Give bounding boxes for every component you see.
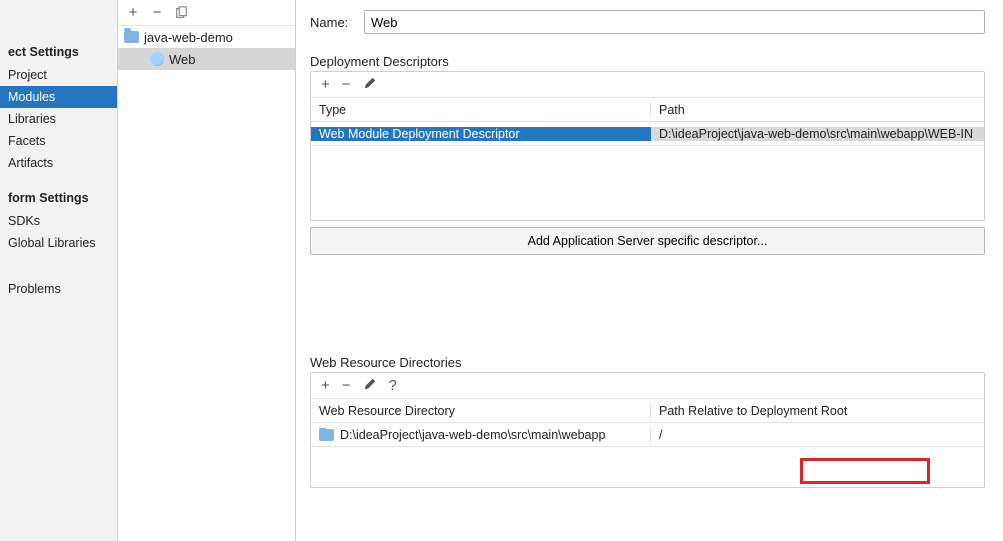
facet-editor: Name: Deployment Descriptors + − Type Pa… xyxy=(296,0,1003,541)
wr-row-dir: D:\ideaProject\java-web-demo\src\main\we… xyxy=(311,428,651,442)
sidebar-item-problems[interactable]: Problems xyxy=(0,278,117,300)
copy-icon[interactable] xyxy=(174,6,188,20)
sidebar-item-sdks[interactable]: SDKs xyxy=(0,210,117,232)
settings-sidebar: ect Settings Project Modules Libraries F… xyxy=(0,0,118,541)
wr-row-dir-text: D:\ideaProject\java-web-demo\src\main\we… xyxy=(340,428,605,442)
folder-icon xyxy=(319,429,334,441)
wr-row-rel: / xyxy=(651,428,984,442)
remove-icon[interactable]: − xyxy=(150,6,164,20)
name-row: Name: xyxy=(310,10,985,34)
sidebar-item-facets[interactable]: Facets xyxy=(0,130,117,152)
dd-toolbar: + − xyxy=(311,72,984,98)
sidebar-item-global-libraries[interactable]: Global Libraries xyxy=(0,232,117,254)
name-label: Name: xyxy=(310,15,364,30)
dd-type-header: Type xyxy=(311,103,651,117)
dd-empty-area xyxy=(311,146,984,220)
web-resource-dirs-label: Web Resource Directories xyxy=(310,355,985,370)
dd-row-path: D:\ideaProject\java-web-demo\src\main\we… xyxy=(651,127,984,141)
add-icon[interactable]: + xyxy=(321,77,330,92)
sidebar-item-modules[interactable]: Modules xyxy=(0,86,117,108)
add-icon[interactable]: + xyxy=(321,378,330,393)
tree-node-root[interactable]: java-web-demo xyxy=(118,26,295,48)
dd-path-header: Path xyxy=(651,103,984,117)
add-icon[interactable]: + xyxy=(126,6,140,20)
sidebar-item-project[interactable]: Project xyxy=(0,64,117,86)
button-label: Add Application Server specific descript… xyxy=(528,234,768,248)
wr-rel-header: Path Relative to Deployment Root xyxy=(651,404,984,418)
wr-table-row[interactable]: D:\ideaProject\java-web-demo\src\main\we… xyxy=(311,423,984,447)
sidebar-heading-platform-settings: form Settings xyxy=(0,186,117,210)
wr-table-header: Web Resource Directory Path Relative to … xyxy=(311,399,984,423)
add-server-descriptor-button[interactable]: Add Application Server specific descript… xyxy=(310,227,985,255)
web-facet-icon xyxy=(150,52,164,66)
module-tree-pane: + − java-web-demo Web xyxy=(118,0,296,541)
tree-node-web[interactable]: Web xyxy=(118,48,295,70)
sidebar-item-libraries[interactable]: Libraries xyxy=(0,108,117,130)
help-icon[interactable]: ? xyxy=(389,378,397,393)
deployment-descriptors-label: Deployment Descriptors xyxy=(310,54,985,69)
edit-icon[interactable] xyxy=(363,377,377,394)
name-input[interactable] xyxy=(364,10,985,34)
sidebar-item-artifacts[interactable]: Artifacts xyxy=(0,152,117,174)
tree-node-label: java-web-demo xyxy=(144,30,233,45)
wr-toolbar: + − ? xyxy=(311,373,984,399)
tree-node-label: Web xyxy=(169,52,196,67)
web-resource-dirs-box: + − ? Web Resource Directory Path Relati… xyxy=(310,372,985,488)
sidebar-heading-project-settings: ect Settings xyxy=(0,40,117,64)
deployment-descriptors-box: + − Type Path Web Module Deployment Desc… xyxy=(310,71,985,221)
dd-table-header: Type Path xyxy=(311,98,984,122)
dd-row-type: Web Module Deployment Descriptor xyxy=(311,127,651,141)
module-tree-toolbar: + − xyxy=(118,0,295,26)
remove-icon[interactable]: − xyxy=(342,77,351,92)
folder-icon xyxy=(124,31,139,43)
wr-empty-area xyxy=(311,447,984,487)
wr-dir-header: Web Resource Directory xyxy=(311,404,651,418)
edit-icon[interactable] xyxy=(363,76,377,93)
module-tree[interactable]: java-web-demo Web xyxy=(118,26,295,541)
dd-table-row[interactable]: Web Module Deployment Descriptor D:\idea… xyxy=(311,122,984,146)
remove-icon[interactable]: − xyxy=(342,378,351,393)
